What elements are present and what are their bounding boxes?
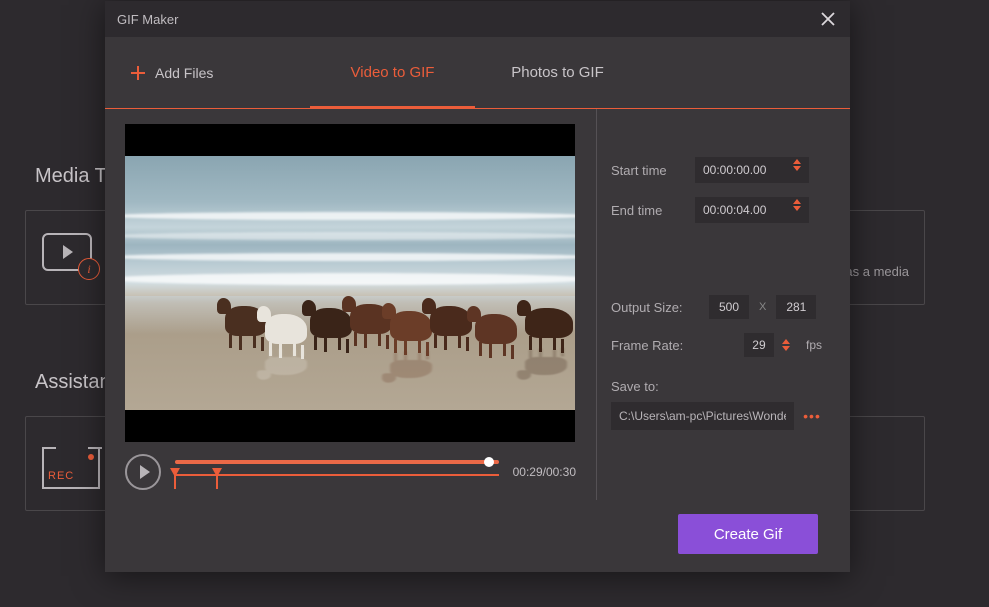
trim-end-handle[interactable]: [212, 468, 222, 477]
bg-side-text: as a media: [845, 264, 909, 279]
tab-video-label: Video to GIF: [351, 64, 435, 81]
output-height-input[interactable]: [776, 295, 816, 319]
settings-pane: Start time End time: [597, 109, 850, 500]
browse-button[interactable]: •••: [802, 406, 822, 426]
bg-media-title: Media T: [35, 165, 107, 188]
preview-pane: 00:29/00:30: [105, 109, 597, 500]
spinner-down-icon[interactable]: [793, 206, 801, 211]
start-time-input[interactable]: [695, 157, 809, 183]
close-icon: [821, 12, 835, 26]
play-button[interactable]: [125, 454, 161, 490]
info-badge-icon: i: [78, 258, 100, 280]
frame-rate-spinner[interactable]: [782, 339, 792, 351]
timeline[interactable]: [175, 454, 499, 490]
frame-rate-label: Frame Rate:: [611, 338, 701, 353]
size-separator: X: [757, 301, 768, 313]
create-gif-button[interactable]: Create Gif: [678, 514, 818, 554]
time-display: 00:29/00:30: [513, 465, 576, 479]
spinner-up-icon[interactable]: [793, 159, 801, 164]
spinner-down-icon[interactable]: [793, 166, 801, 171]
spinner-up-icon[interactable]: [793, 199, 801, 204]
record-dot-icon: [88, 454, 94, 460]
tab-bar: Add Files Video to GIF Photos to GIF: [105, 37, 850, 109]
bg-assistant-title: Assistan: [35, 371, 111, 394]
end-time-input[interactable]: [695, 197, 809, 223]
progress-knob[interactable]: [484, 457, 494, 467]
tab-photos-label: Photos to GIF: [511, 64, 604, 81]
gif-maker-modal: GIF Maker Add Files Video to GIF Photos …: [105, 1, 850, 572]
add-files-label: Add Files: [155, 65, 213, 81]
video-frame: [125, 156, 575, 410]
ellipsis-icon: •••: [803, 408, 821, 424]
end-time-spinner[interactable]: [793, 199, 803, 211]
end-time-label: End time: [611, 203, 687, 218]
frame-rate-input[interactable]: [744, 333, 774, 357]
modal-body: 00:29/00:30 Start time End time: [105, 109, 850, 500]
video-preview[interactable]: [125, 124, 575, 442]
output-size-label: Output Size:: [611, 300, 701, 315]
progress-track: [175, 460, 499, 464]
fps-unit: fps: [806, 338, 822, 352]
add-files-button[interactable]: Add Files: [105, 37, 310, 108]
player-controls: 00:29/00:30: [125, 442, 576, 490]
trim-track: [175, 474, 499, 476]
modal-title: GIF Maker: [117, 12, 178, 27]
plus-icon: [131, 66, 145, 80]
save-to-label: Save to:: [611, 379, 822, 394]
tab-video-to-gif[interactable]: Video to GIF: [310, 37, 475, 108]
start-time-spinner[interactable]: [793, 159, 803, 171]
record-label: REC: [48, 470, 74, 482]
save-path-input[interactable]: [611, 402, 794, 430]
close-button[interactable]: [818, 9, 838, 29]
spinner-up-icon[interactable]: [782, 339, 790, 344]
modal-titlebar: GIF Maker: [105, 1, 850, 37]
tab-photos-to-gif[interactable]: Photos to GIF: [475, 37, 640, 108]
start-time-label: Start time: [611, 163, 687, 178]
trim-start-handle[interactable]: [170, 468, 180, 477]
spinner-down-icon[interactable]: [782, 346, 790, 351]
modal-footer: Create Gif: [105, 500, 850, 572]
output-width-input[interactable]: [709, 295, 749, 319]
